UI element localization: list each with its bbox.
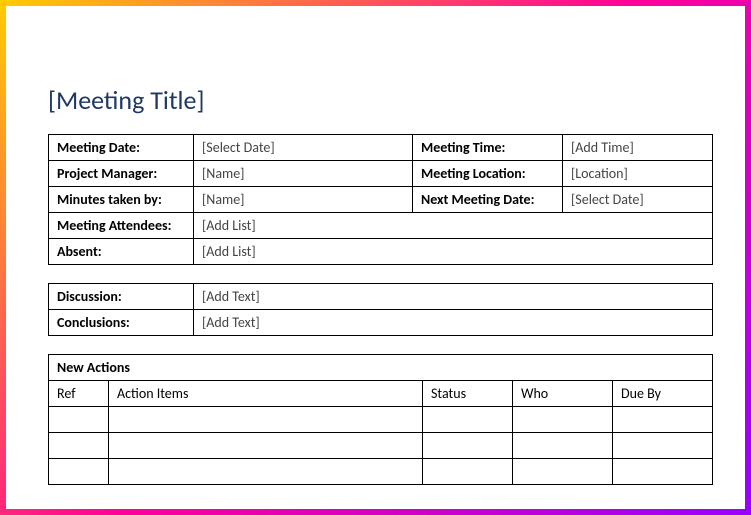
meeting-meta-table: Meeting Date: [Select Date] Meeting Time… <box>48 134 713 265</box>
absent-label: Absent: <box>49 239 194 265</box>
minutes-taken-by-label: Minutes taken by: <box>49 187 194 213</box>
action-row[interactable] <box>49 433 713 459</box>
next-meeting-date-label: Next Meeting Date: <box>413 187 563 213</box>
action-row[interactable] <box>49 407 713 433</box>
new-actions-table: New Actions Ref Action Items Status Who … <box>48 354 713 485</box>
discussion-label: Discussion: <box>49 284 194 310</box>
project-manager-value[interactable]: [Name] <box>194 161 413 187</box>
meeting-attendees-value[interactable]: [Add List] <box>194 213 713 239</box>
meeting-date-value[interactable]: [Select Date] <box>194 135 413 161</box>
col-ref: Ref <box>49 381 109 407</box>
meeting-title[interactable]: [Meeting Title] <box>48 84 713 116</box>
meeting-location-value[interactable]: [Location] <box>563 161 713 187</box>
col-status: Status <box>423 381 513 407</box>
col-dueby: Due By <box>613 381 713 407</box>
col-item: Action Items <box>109 381 423 407</box>
next-meeting-date-value[interactable]: [Select Date] <box>563 187 713 213</box>
document-page: [Meeting Title] Meeting Date: [Select Da… <box>6 6 745 509</box>
meeting-time-label: Meeting Time: <box>413 135 563 161</box>
conclusions-label: Conclusions: <box>49 310 194 336</box>
minutes-taken-by-value[interactable]: [Name] <box>194 187 413 213</box>
project-manager-label: Project Manager: <box>49 161 194 187</box>
meeting-time-value[interactable]: [Add Time] <box>563 135 713 161</box>
col-who: Who <box>513 381 613 407</box>
conclusions-value[interactable]: [Add Text] <box>194 310 713 336</box>
meeting-notes-table: Discussion: [Add Text] Conclusions: [Add… <box>48 283 713 336</box>
absent-value[interactable]: [Add List] <box>194 239 713 265</box>
new-actions-heading: New Actions <box>49 355 713 381</box>
meeting-location-label: Meeting Location: <box>413 161 563 187</box>
meeting-attendees-label: Meeting Attendees: <box>49 213 194 239</box>
discussion-value[interactable]: [Add Text] <box>194 284 713 310</box>
meeting-date-label: Meeting Date: <box>49 135 194 161</box>
action-row[interactable] <box>49 459 713 485</box>
